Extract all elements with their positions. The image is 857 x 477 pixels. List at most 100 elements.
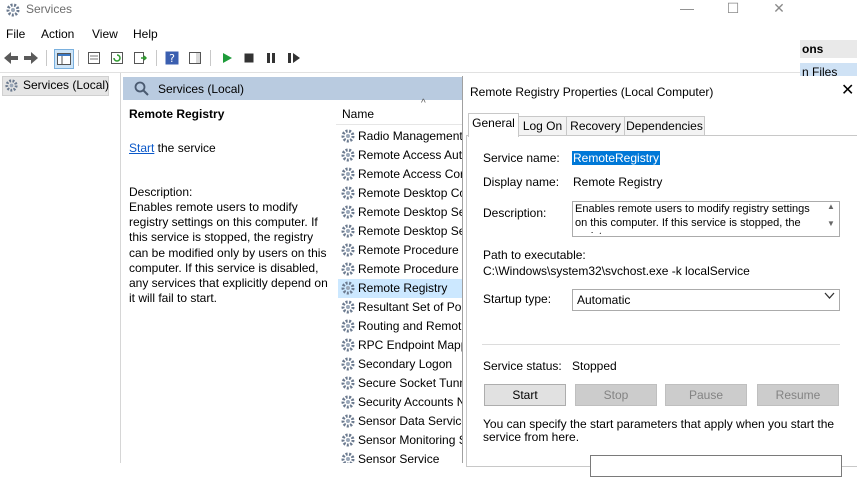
console-tree-icon[interactable] (54, 49, 74, 69)
table-row[interactable]: Secure Socket Tunn (338, 374, 462, 393)
scroll-down-icon[interactable]: ▼ (825, 219, 837, 228)
table-row[interactable]: Remote Desktop Se (338, 222, 462, 241)
start-service-line: Start the service (129, 141, 216, 155)
sort-ascending-icon: ^ (421, 98, 426, 109)
table-row[interactable]: Remote Access Aut (338, 146, 462, 165)
column-header-name[interactable]: Name (342, 107, 374, 121)
service-description: Enables remote users to modify registry … (129, 200, 328, 306)
close-button[interactable]: ✕ (756, 0, 800, 20)
table-row[interactable]: Resultant Set of Pol (338, 298, 462, 317)
gear-icon (340, 299, 356, 317)
table-row[interactable]: Remote Desktop Se (338, 203, 462, 222)
gear-icon (340, 318, 356, 336)
chevron-down-icon[interactable] (824, 292, 835, 303)
tab-dependencies[interactable]: Dependencies (624, 116, 705, 136)
svg-text:?: ? (169, 52, 175, 65)
gear-icon (340, 204, 356, 222)
table-row[interactable]: Sensor Service (338, 450, 462, 463)
description-scrollbar[interactable]: ▲ ▼ (825, 202, 837, 234)
tab-general[interactable]: General (468, 113, 519, 137)
show-hide-pane-icon[interactable] (186, 49, 204, 67)
table-row[interactable]: Remote Registry (338, 279, 462, 298)
menu-action[interactable]: Action (41, 26, 74, 42)
actions-header: ons (800, 40, 857, 58)
menu-help[interactable]: Help (133, 26, 158, 42)
service-row-name: Sensor Data Service (358, 414, 462, 428)
resume-button[interactable]: Resume (757, 384, 839, 406)
table-row[interactable]: Remote Access Cor (338, 165, 462, 184)
start-service-link[interactable]: Start (129, 141, 154, 155)
table-row[interactable]: Sensor Data Service (338, 412, 462, 431)
gear-icon (340, 413, 356, 431)
scroll-up-icon[interactable]: ▲ (825, 202, 837, 211)
tab-recovery[interactable]: Recovery (566, 116, 625, 136)
stop-button[interactable]: Stop (575, 384, 657, 406)
gear-icon (340, 375, 356, 393)
back-icon[interactable] (2, 49, 20, 67)
menu-file[interactable]: File (6, 26, 25, 42)
forward-icon[interactable] (22, 49, 40, 67)
path-label: Path to executable: (483, 248, 586, 262)
table-row[interactable]: Remote Procedure ( (338, 241, 462, 260)
table-row[interactable]: RPC Endpoint Mapp (338, 336, 462, 355)
selected-service-name: Remote Registry (129, 107, 225, 121)
service-row-name: Radio Management (358, 129, 462, 143)
service-status-label: Service status: (483, 359, 562, 373)
gear-icon (340, 356, 356, 374)
service-row-name: Remote Access Cor (358, 167, 462, 181)
start-parameters-input[interactable] (590, 455, 842, 477)
properties-icon[interactable] (85, 49, 103, 67)
gear-icon (340, 242, 356, 260)
service-row-name: Secondary Logon (358, 357, 453, 371)
help-icon[interactable]: ? (163, 49, 181, 67)
table-row[interactable]: Radio Management (338, 127, 462, 146)
gear-icon (340, 185, 356, 203)
service-row-name: Sensor Monitoring S (358, 433, 462, 447)
pane-title: Services (Local) (158, 82, 245, 96)
dialog-title: Remote Registry Properties (Local Comput… (470, 85, 714, 99)
description-text: Enables remote users to modify registry … (575, 203, 810, 234)
gear-icon (4, 78, 19, 96)
table-row[interactable]: Security Accounts N (338, 393, 462, 412)
magnifier-icon (134, 81, 150, 100)
restart-service-icon[interactable] (285, 49, 303, 67)
maximize-button[interactable]: ☐ (710, 0, 756, 20)
pause-button[interactable]: Pause (665, 384, 747, 406)
tree-item-label: Services (Local) (23, 78, 110, 92)
export-list-icon[interactable] (131, 49, 149, 67)
menu-view[interactable]: View (92, 26, 118, 42)
service-row-name: Routing and Remot (358, 319, 462, 333)
menu-bar (0, 24, 800, 44)
start-button[interactable]: Start (484, 384, 566, 406)
description-label: Description: (129, 185, 193, 199)
gear-icon (340, 280, 356, 298)
refresh-icon[interactable] (108, 49, 126, 67)
stop-service-icon[interactable] (240, 49, 258, 67)
table-row[interactable]: Routing and Remot (338, 317, 462, 336)
dialog-close-button[interactable]: ✕ (841, 80, 854, 100)
dialog-description-label: Description: (483, 206, 547, 220)
start-service-icon[interactable] (218, 49, 236, 67)
service-row-name: RPC Endpoint Mapp (358, 338, 462, 352)
service-row-name: Remote Registry (358, 281, 448, 295)
service-name-value[interactable]: RemoteRegistry (572, 151, 661, 165)
service-row-name: Remote Procedure ( (358, 262, 462, 276)
service-status-value: Stopped (572, 359, 617, 373)
service-row-name: Security Accounts N (358, 395, 462, 409)
gear-icon (340, 337, 356, 355)
table-row[interactable]: Sensor Monitoring S (338, 431, 462, 450)
window-title: Services (26, 2, 73, 16)
gear-icon (340, 128, 356, 146)
table-row[interactable]: Remote Procedure ( (338, 260, 462, 279)
start-parameters-help: You can specify the start parameters tha… (483, 417, 835, 444)
service-row-name: Remote Desktop Se (358, 205, 462, 219)
gear-icon (340, 261, 356, 279)
display-name-value[interactable]: Remote Registry (573, 175, 662, 189)
table-row[interactable]: Secondary Logon (338, 355, 462, 374)
service-row-name: Resultant Set of Pol (358, 300, 462, 314)
pause-service-icon[interactable] (262, 49, 280, 67)
tab-log-on[interactable]: Log On (518, 116, 567, 136)
table-row[interactable]: Remote Desktop Co (338, 184, 462, 203)
minimize-button[interactable]: — (664, 0, 710, 20)
service-name-label: Service name: (483, 151, 560, 165)
